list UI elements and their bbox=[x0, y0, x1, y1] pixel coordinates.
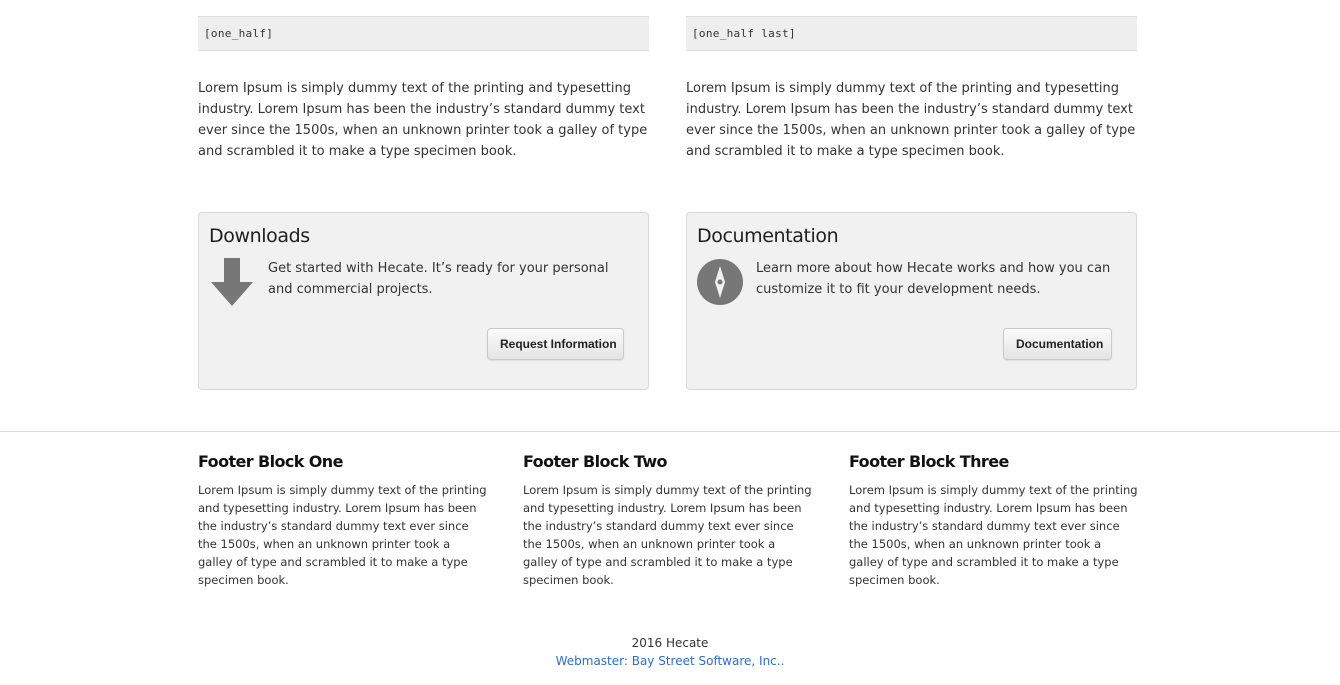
footer-block-two: Footer Block Two Lorem Ipsum is simply d… bbox=[523, 452, 813, 589]
footer-block-title: Footer Block Three bbox=[849, 452, 1009, 471]
left-column-text: Lorem Ipsum is simply dummy text of the … bbox=[198, 81, 648, 159]
footer-block-text: Lorem Ipsum is simply dummy text of the … bbox=[523, 483, 812, 587]
documentation-text: Learn more about how Hecate works and ho… bbox=[756, 261, 1111, 297]
documentation-panel: Documentation Learn more about how Hecat… bbox=[686, 212, 1137, 390]
downloads-text: Get started with Hecate. It’s ready for … bbox=[268, 261, 609, 297]
shortcode-one-half-last: [one_half last] bbox=[686, 16, 1137, 51]
request-information-button[interactable]: Request Information bbox=[487, 328, 624, 360]
compass-icon bbox=[697, 258, 743, 306]
webmaster-line: Webmaster: Bay Street Software, Inc.. bbox=[0, 654, 1340, 668]
page: [one_half] [one_half last] Lorem Ipsum i… bbox=[0, 0, 1340, 685]
shortcode-one-half: [one_half] bbox=[198, 16, 649, 51]
copyright-text: 2016 Hecate bbox=[631, 636, 709, 650]
documentation-title: Documentation bbox=[697, 225, 839, 247]
footer-block-one: Footer Block One Lorem Ipsum is simply d… bbox=[198, 452, 488, 589]
footer-block-title: Footer Block Two bbox=[523, 452, 668, 471]
downloads-title: Downloads bbox=[209, 225, 310, 247]
webmaster-link[interactable]: Webmaster: Bay Street Software, Inc.. bbox=[556, 654, 785, 668]
footer-block-three: Footer Block Three Lorem Ipsum is simply… bbox=[849, 452, 1139, 589]
footer-block-text: Lorem Ipsum is simply dummy text of the … bbox=[198, 483, 487, 587]
downloads-panel: Downloads Get started with Hecate. It’s … bbox=[198, 212, 649, 390]
footer-divider bbox=[0, 431, 1340, 432]
documentation-button[interactable]: Documentation bbox=[1003, 328, 1112, 360]
download-arrow-icon bbox=[209, 258, 255, 306]
footer-block-title: Footer Block One bbox=[198, 452, 343, 471]
right-column-text: Lorem Ipsum is simply dummy text of the … bbox=[686, 81, 1136, 159]
footer-block-text: Lorem Ipsum is simply dummy text of the … bbox=[849, 483, 1138, 587]
